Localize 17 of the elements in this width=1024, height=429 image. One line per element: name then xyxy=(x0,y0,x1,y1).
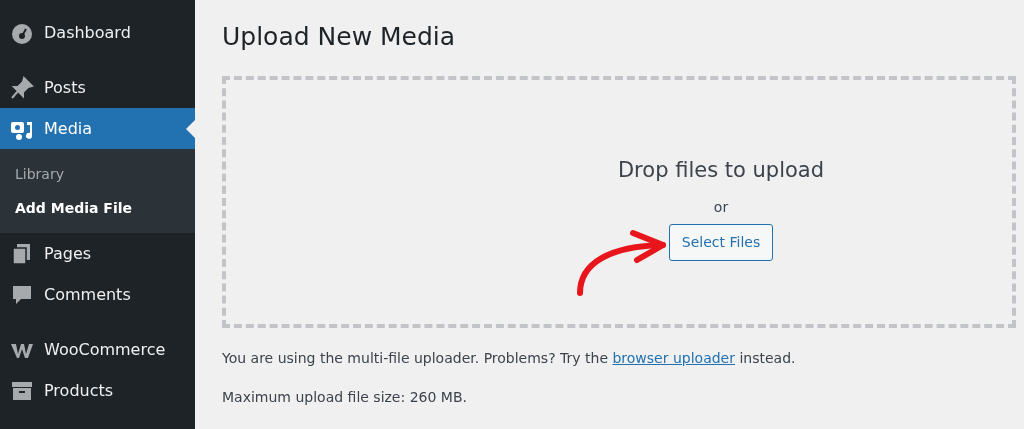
sidebar-item[interactable]: Posts xyxy=(0,67,195,108)
page-title: Upload New Media xyxy=(222,22,457,52)
select-files-button[interactable]: Select Files xyxy=(668,223,774,261)
sidebar-item[interactable]: Products xyxy=(0,370,195,411)
drop-zone[interactable]: Drop files to upload or Select Files xyxy=(222,76,1016,328)
uploader-notice: You are using the multi-file uploader. Problems? Try the browser uploader instead. xyxy=(222,349,797,368)
sidebar-item[interactable]: Pages xyxy=(0,233,195,274)
sidebar-item[interactable]: Dashboard xyxy=(0,12,195,53)
submenu-item[interactable]: Library xyxy=(0,157,195,191)
sidebar-item[interactable]: WooCommerce xyxy=(0,329,195,370)
sidebar-item[interactable]: Media xyxy=(0,108,195,149)
sidebar-item[interactable]: Comments xyxy=(0,274,195,315)
browser-uploader-link[interactable]: browser uploader xyxy=(612,350,735,366)
or-text: or xyxy=(713,197,729,217)
drop-heading: Drop files to upload xyxy=(617,157,825,185)
submenu-item[interactable]: Add Media File xyxy=(0,191,195,225)
max-size-text: Maximum upload file size: 260 MB. xyxy=(222,388,468,407)
